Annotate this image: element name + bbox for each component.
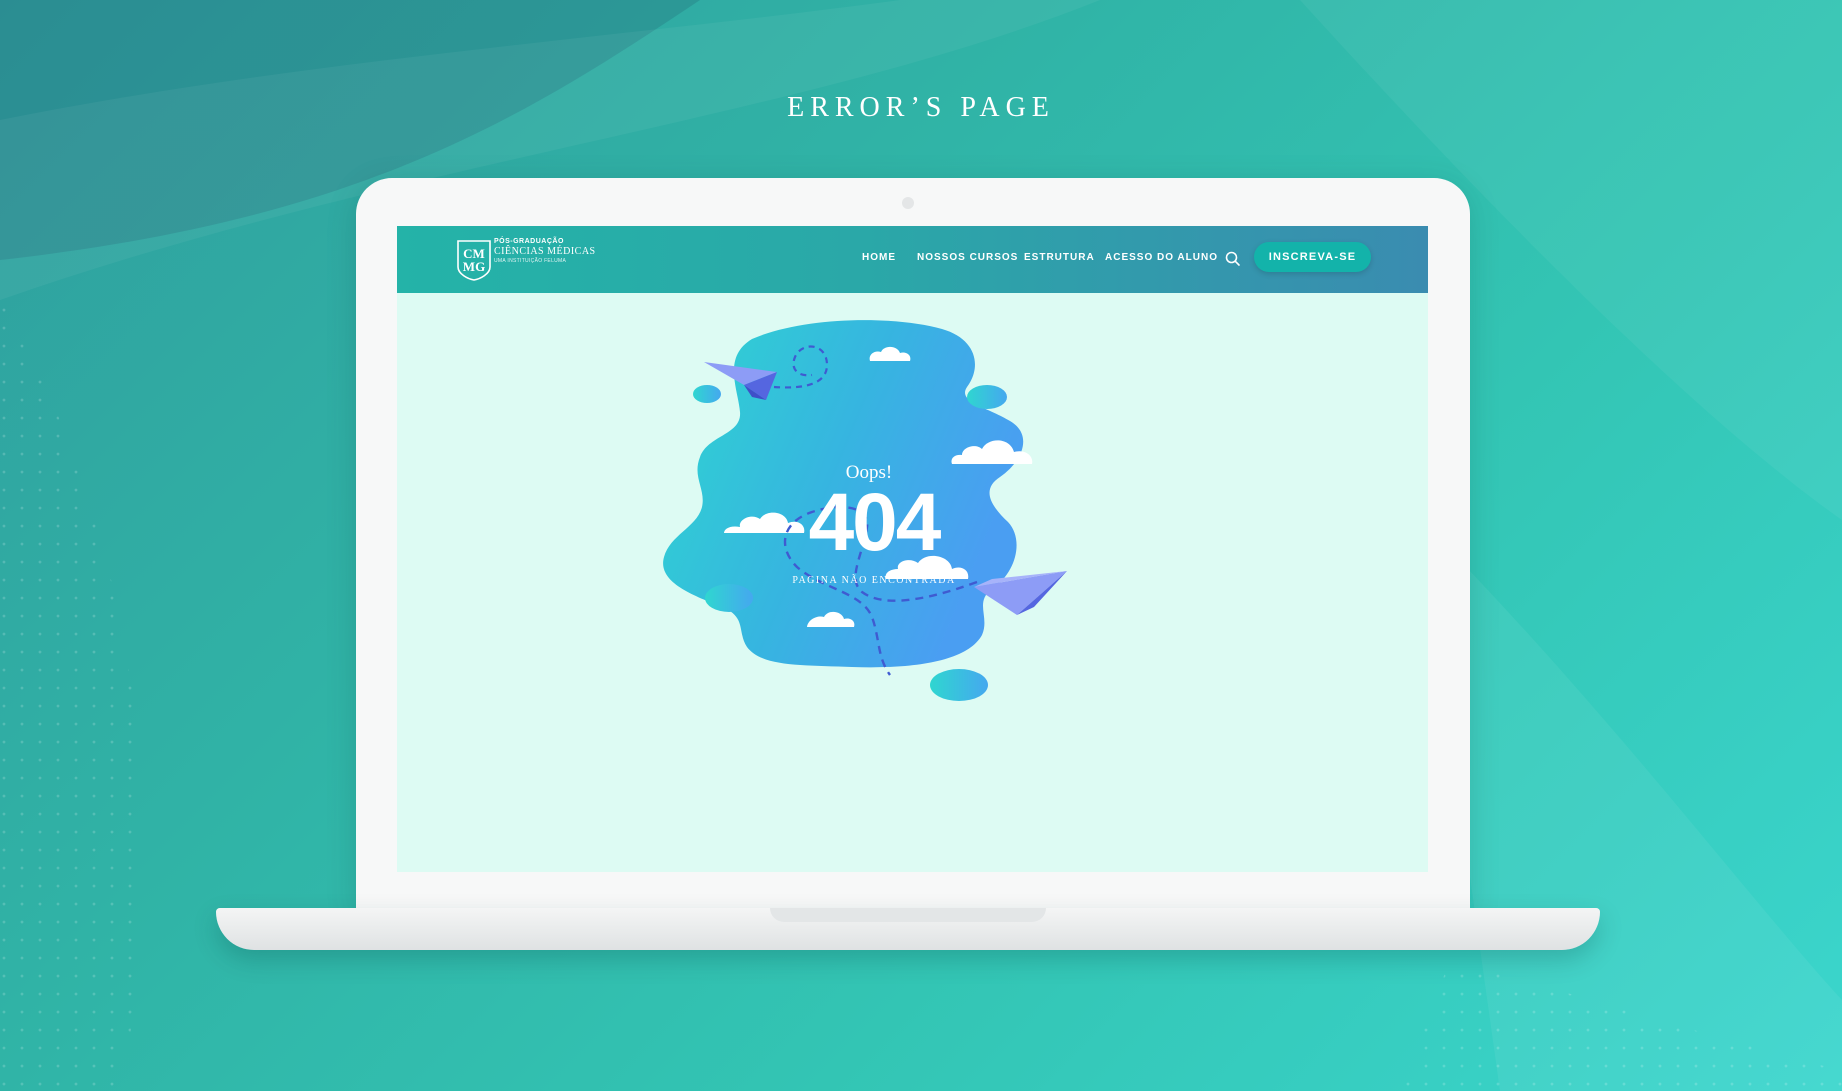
nav-home[interactable]: HOME bbox=[862, 252, 896, 263]
laptop-camera bbox=[902, 197, 914, 209]
search-button[interactable] bbox=[1223, 249, 1243, 269]
page-heading: ERROR’S PAGE bbox=[787, 92, 1055, 123]
nav-nossos-cursos[interactable]: NOSSOS CURSOS bbox=[917, 252, 1018, 263]
inscreva-se-button[interactable]: INSCREVA-SE bbox=[1254, 242, 1371, 272]
svg-text:MG: MG bbox=[463, 259, 485, 274]
website-screen: CM MG PÓS-GRADUAÇÃO CIÊNCIAS MÉDICAS UMA… bbox=[397, 226, 1428, 872]
search-icon bbox=[1225, 251, 1240, 266]
error-code: 404 bbox=[808, 477, 942, 568]
site-logo[interactable]: CM MG bbox=[456, 239, 492, 286]
shield-logo-icon: CM MG bbox=[457, 240, 491, 281]
droplet bbox=[693, 385, 721, 403]
logo-line-2: CIÊNCIAS MÉDICAS bbox=[494, 246, 596, 257]
droplet bbox=[705, 584, 753, 612]
logo-wordmark: PÓS-GRADUAÇÃO CIÊNCIAS MÉDICAS UMA INSTI… bbox=[494, 238, 596, 264]
site-header: CM MG PÓS-GRADUAÇÃO CIÊNCIAS MÉDICAS UMA… bbox=[397, 226, 1428, 293]
nav-estrutura[interactable]: ESTRUTURA bbox=[1024, 252, 1095, 263]
laptop-notch bbox=[770, 908, 1046, 922]
error-message: PAGINA NÃO ENCONTRADA bbox=[792, 575, 956, 586]
droplet bbox=[967, 385, 1007, 409]
logo-line-3: UMA INSTITUIÇÃO FELUMA bbox=[494, 258, 567, 264]
logo-line-1: PÓS-GRADUAÇÃO bbox=[494, 238, 564, 245]
nav-acesso-do-aluno[interactable]: ACESSO DO ALUNO bbox=[1105, 252, 1218, 263]
droplet bbox=[930, 669, 988, 701]
